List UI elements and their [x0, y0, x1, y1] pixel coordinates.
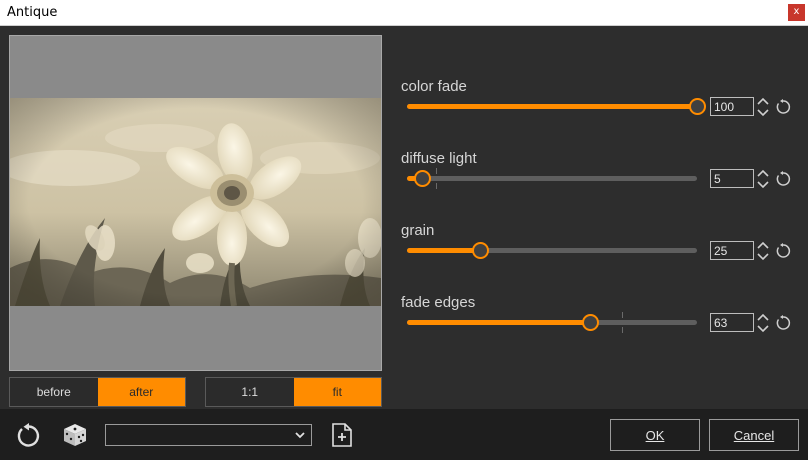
- slider-fill: [407, 320, 590, 325]
- new-preset-icon[interactable]: [331, 422, 353, 448]
- param-grain: grain 25: [401, 222, 801, 272]
- before-button[interactable]: before: [10, 378, 98, 406]
- param-color-fade: color fade 100: [401, 78, 801, 128]
- default-tick-top: [622, 312, 623, 318]
- slider-knob[interactable]: [472, 242, 489, 259]
- slider-track[interactable]: [407, 312, 697, 333]
- param-diffuse-light: diffuse light 5: [401, 150, 801, 200]
- random-dice-icon[interactable]: [62, 422, 88, 448]
- before-after-toggle: before after: [9, 377, 186, 407]
- param-label: color fade: [401, 78, 467, 95]
- spin-updown-icon[interactable]: [756, 95, 770, 119]
- param-label: grain: [401, 222, 435, 239]
- spin-updown-icon[interactable]: [756, 239, 770, 263]
- param-label: diffuse light: [401, 150, 477, 167]
- zoom-toggle: 1:1 fit: [205, 377, 382, 407]
- chevron-down-icon: [295, 432, 305, 439]
- slider-fill: [407, 248, 480, 253]
- spin-updown-icon[interactable]: [756, 311, 770, 335]
- spin-updown-icon[interactable]: [756, 167, 770, 191]
- window-title: Antique: [7, 5, 58, 20]
- value-input[interactable]: 25: [710, 241, 754, 260]
- slider-fill: [407, 104, 697, 109]
- slider-knob[interactable]: [689, 98, 706, 115]
- reset-param-icon[interactable]: [775, 171, 791, 187]
- reset-all-icon[interactable]: [16, 423, 42, 449]
- preview-pane: [9, 35, 382, 371]
- ok-label: OK: [645, 427, 665, 443]
- title-bar: Antique x: [0, 0, 808, 26]
- cancel-label: Cancel: [733, 427, 775, 443]
- param-label: fade edges: [401, 294, 476, 311]
- slider-track[interactable]: [407, 98, 706, 115]
- default-tick-bottom: [436, 183, 437, 189]
- preview-image: [10, 98, 381, 306]
- bottom-bar: OK Cancel: [0, 409, 808, 460]
- slider-knob[interactable]: [582, 314, 599, 331]
- zoom-fit-button[interactable]: fit: [293, 378, 381, 406]
- zoom-1to1-button[interactable]: 1:1: [206, 378, 294, 406]
- reset-param-icon[interactable]: [775, 99, 791, 115]
- value-input[interactable]: 63: [710, 313, 754, 332]
- default-tick-top: [436, 168, 437, 174]
- preset-dropdown[interactable]: [105, 424, 312, 446]
- after-button[interactable]: after: [97, 378, 185, 406]
- cancel-button[interactable]: Cancel: [709, 419, 799, 451]
- param-fade-edges: fade edges 63: [401, 294, 801, 344]
- default-tick-bottom: [622, 327, 623, 333]
- ok-button[interactable]: OK: [610, 419, 700, 451]
- reset-param-icon[interactable]: [775, 243, 791, 259]
- value-input[interactable]: 100: [710, 97, 754, 116]
- close-button[interactable]: x: [788, 4, 805, 21]
- value-input[interactable]: 5: [710, 169, 754, 188]
- slider-track[interactable]: [407, 168, 697, 189]
- reset-param-icon[interactable]: [775, 315, 791, 331]
- slider-knob[interactable]: [414, 170, 431, 187]
- slider-track[interactable]: [407, 242, 697, 259]
